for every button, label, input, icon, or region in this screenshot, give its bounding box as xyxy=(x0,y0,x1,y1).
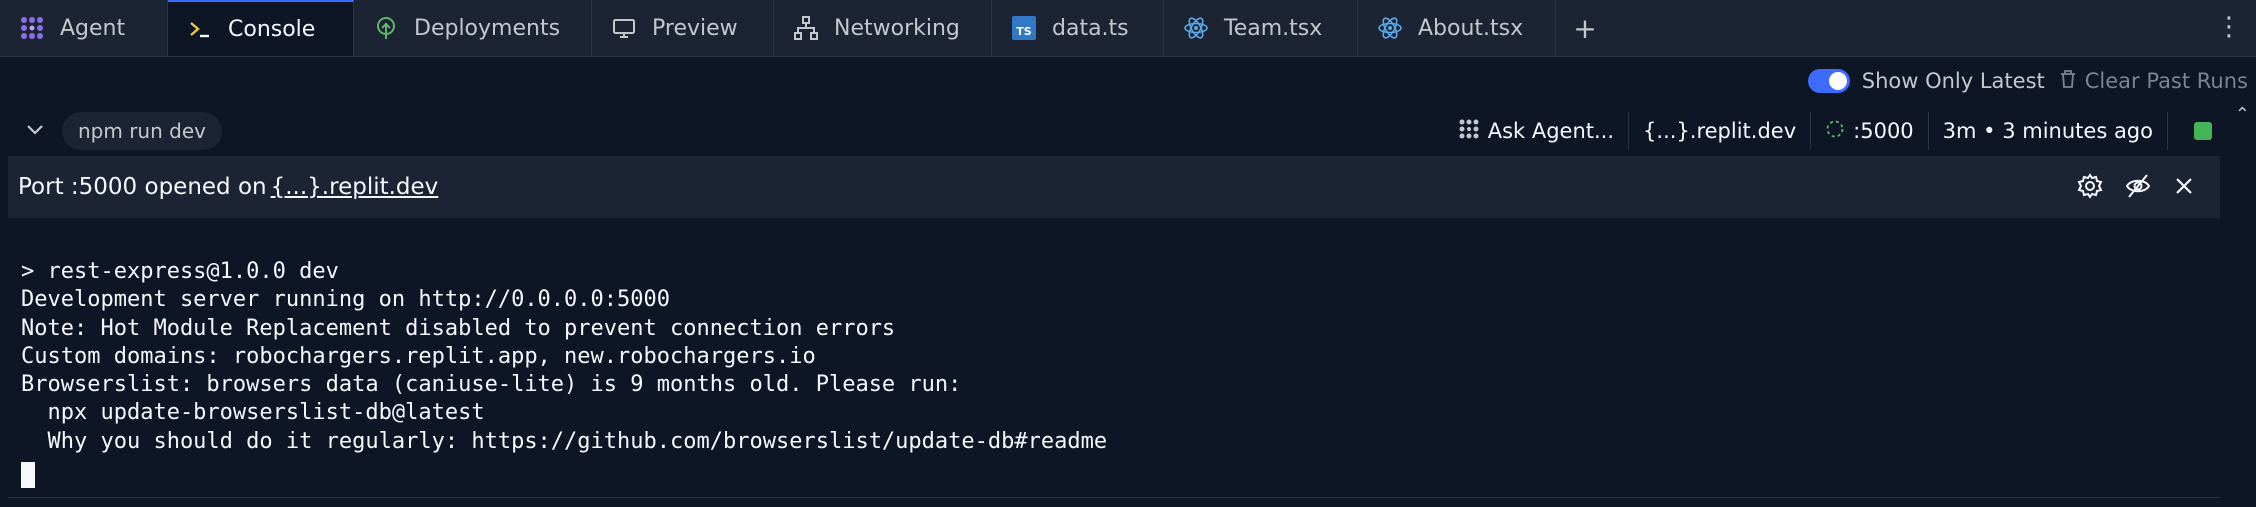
banner-actions xyxy=(2076,172,2196,206)
domain-label: {...}.replit.dev xyxy=(1643,119,1797,143)
agent-icon xyxy=(1458,118,1480,145)
react-file-icon xyxy=(1182,14,1210,42)
ask-agent-label: Ask Agent... xyxy=(1487,119,1615,143)
tab-console[interactable]: Console xyxy=(168,0,354,56)
console-output[interactable]: > rest-express@1.0.0 dev Development ser… xyxy=(8,218,2220,498)
port-label: :5000 xyxy=(1853,119,1914,143)
tab-bar: Agent Console Deployments Preview Networ… xyxy=(0,0,2256,57)
tab-label: data.ts xyxy=(1052,15,1129,41)
tab-label: About.tsx xyxy=(1418,15,1524,41)
monitor-icon xyxy=(610,14,638,42)
plus-icon: + xyxy=(1573,11,1597,45)
process-row: npm run dev Ask Agent... {...}.replit.de… xyxy=(0,104,2256,156)
uptime-indicator: 3m • 3 minutes ago xyxy=(1929,112,2168,150)
deployments-icon xyxy=(372,14,400,42)
tab-preview[interactable]: Preview xyxy=(592,0,774,56)
console-line: Browserslist: browsers data (caniuse-lit… xyxy=(21,372,962,398)
tab-data-ts[interactable]: TS data.ts xyxy=(992,0,1164,56)
console-line: npx update-browserslist-db@latest xyxy=(21,400,485,426)
banner-text: Port :5000 opened on xyxy=(18,174,267,200)
network-icon xyxy=(792,14,820,42)
trash-icon xyxy=(2059,69,2077,94)
close-icon[interactable] xyxy=(2172,174,2196,204)
terminal-icon xyxy=(186,15,214,43)
tab-deployments[interactable]: Deployments xyxy=(354,0,592,56)
show-only-latest-toggle[interactable]: Show Only Latest xyxy=(1807,69,2045,93)
port-indicator[interactable]: :5000 xyxy=(1811,112,1929,150)
react-file-icon xyxy=(1376,14,1404,42)
tab-label: Deployments xyxy=(414,15,561,41)
banner-domain-link[interactable]: {...}.replit.dev xyxy=(271,174,439,200)
ask-agent-button[interactable]: Ask Agent... xyxy=(1444,112,1630,150)
tab-label: Console xyxy=(228,16,316,42)
gear-icon[interactable] xyxy=(2076,172,2104,206)
svg-text:TS: TS xyxy=(1016,25,1032,38)
toggle-switch[interactable] xyxy=(1807,69,1850,93)
stop-button[interactable] xyxy=(2168,112,2226,150)
scroll-up-icon[interactable]: ⌃ xyxy=(2235,104,2250,125)
clear-past-runs-button[interactable]: Clear Past Runs xyxy=(2059,69,2248,94)
tab-label: Preview xyxy=(652,15,738,41)
show-only-latest-label: Show Only Latest xyxy=(1861,69,2045,93)
stop-square-icon xyxy=(2194,122,2212,140)
process-info: Ask Agent... {...}.replit.dev :5000 3m •… xyxy=(1444,112,2226,150)
tab-team-tsx[interactable]: Team.tsx xyxy=(1164,0,1358,56)
agent-icon xyxy=(18,14,46,42)
vertical-ellipsis-icon: ⋮ xyxy=(2216,12,2242,42)
process-command-pill[interactable]: npm run dev xyxy=(62,112,222,150)
port-opened-banner: Port :5000 opened on {...}.replit.dev xyxy=(8,156,2220,218)
tab-label: Networking xyxy=(834,15,960,41)
console-line: Note: Hot Module Replacement disabled to… xyxy=(21,315,896,341)
chevron-down-icon[interactable] xyxy=(24,118,46,144)
clear-past-runs-label: Clear Past Runs xyxy=(2084,69,2248,93)
console-line: Development server running on http://0.0… xyxy=(21,287,671,313)
typescript-file-icon: TS xyxy=(1010,14,1038,42)
terminal-cursor xyxy=(21,460,2220,496)
console-line: Custom domains: robochargers.replit.app,… xyxy=(21,343,816,369)
console-controls: Show Only Latest Clear Past Runs xyxy=(1807,62,2256,100)
tab-networking[interactable]: Networking xyxy=(774,0,992,56)
more-options-button[interactable]: ⋮ xyxy=(2216,12,2242,42)
loading-circle-icon xyxy=(1825,119,1845,144)
tab-label: Team.tsx xyxy=(1224,15,1323,41)
add-tab-button[interactable]: + xyxy=(1556,0,1614,56)
process-command: npm run dev xyxy=(78,119,206,143)
tab-agent[interactable]: Agent xyxy=(0,0,168,56)
tab-label: Agent xyxy=(60,15,126,41)
console-line: Why you should do it regularly: https://… xyxy=(21,428,1108,454)
uptime-label: 3m • 3 minutes ago xyxy=(1942,119,2153,143)
console-line: > rest-express@1.0.0 dev xyxy=(21,259,339,284)
tab-about-tsx[interactable]: About.tsx xyxy=(1358,0,1556,56)
hide-eye-icon[interactable] xyxy=(2124,172,2152,206)
domain-link[interactable]: {...}.replit.dev xyxy=(1629,112,1812,150)
